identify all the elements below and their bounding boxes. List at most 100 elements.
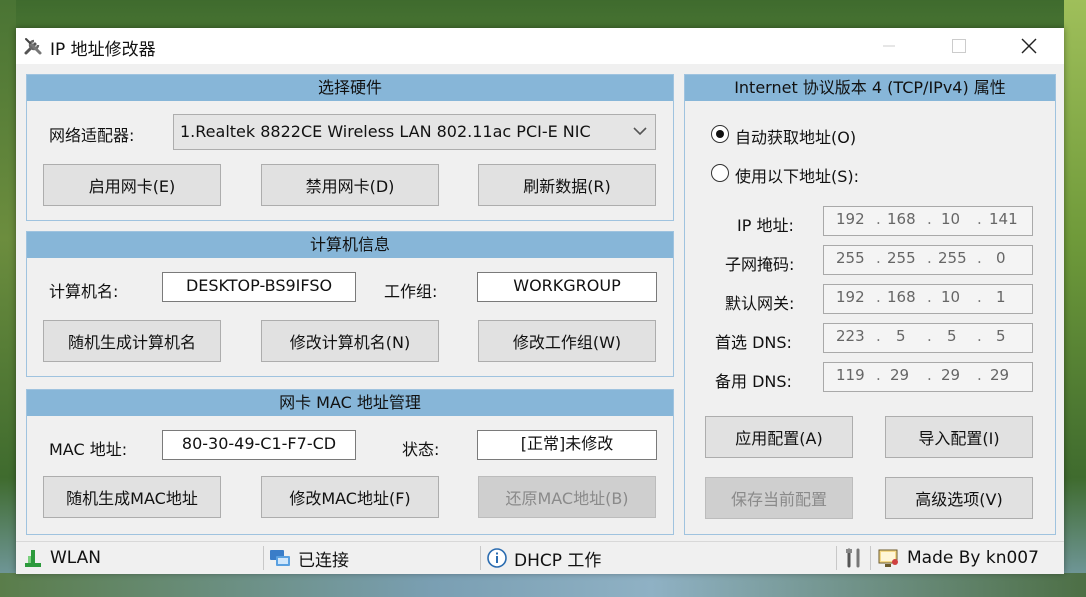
hardware-header: 选择硬件: [27, 75, 673, 101]
close-icon: [1021, 38, 1037, 54]
ip-dot: .: [977, 288, 982, 306]
adapter-select[interactable]: 1.Realtek 8822CE Wireless LAN 802.11ac P…: [173, 114, 656, 150]
ip-dot: .: [876, 366, 881, 384]
ip-dot: .: [876, 249, 881, 267]
enable-adapter-button[interactable]: 启用网卡(E): [43, 164, 221, 206]
modify-workgroup-button[interactable]: 修改工作组(W): [478, 320, 656, 362]
ip-dot: .: [977, 249, 982, 267]
ip-address-field[interactable]: 192 . 168 . 10 . 141: [823, 206, 1033, 236]
dns2-octet-1: 119: [836, 366, 865, 384]
close-button[interactable]: [1006, 28, 1052, 64]
ipv4-panel: Internet 协议版本 4 (TCP/IPv4) 属性 自动获取地址(O) …: [684, 74, 1056, 535]
ip-dot: .: [876, 288, 881, 306]
subnet-mask-field[interactable]: 255 . 255 . 255 . 0: [823, 245, 1033, 275]
status-wlan: WLAN: [24, 542, 101, 574]
desktop-background-bottom: [0, 573, 1086, 597]
status-connection-text: 已连接: [298, 550, 349, 571]
settings-tool-button[interactable]: [844, 542, 864, 574]
ip-dot: .: [977, 366, 982, 384]
advanced-options-button[interactable]: 高级选项(V): [885, 477, 1033, 519]
modify-mac-button[interactable]: 修改MAC地址(F): [261, 476, 439, 518]
restore-mac-button[interactable]: 还原MAC地址(B): [478, 476, 656, 518]
dns1-octet-2: 5: [896, 327, 906, 345]
gw-octet-1: 192: [836, 288, 865, 306]
refresh-data-button[interactable]: 刷新数据(R): [478, 164, 656, 206]
manual-radio-indicator: [711, 164, 729, 182]
ip-dot: .: [977, 327, 982, 345]
status-separator: [263, 546, 264, 570]
chevron-down-icon: [633, 115, 647, 149]
adapter-select-value: 1.Realtek 8822CE Wireless LAN 802.11ac P…: [180, 122, 591, 141]
maximize-icon: [952, 39, 966, 53]
ip-dot: .: [927, 366, 932, 384]
ipv4-header: Internet 协议版本 4 (TCP/IPv4) 属性: [685, 75, 1055, 101]
mask-octet-3: 255: [938, 249, 967, 267]
status-separator: [836, 546, 837, 570]
minimize-button[interactable]: [866, 28, 912, 64]
hardware-panel: 选择硬件 网络适配器: 1.Realtek 8822CE Wireless LA…: [26, 74, 674, 221]
adapter-label: 网络适配器:: [49, 126, 135, 145]
import-config-button[interactable]: 导入配置(I): [885, 416, 1033, 458]
mask-octet-1: 255: [836, 249, 865, 267]
tools-icon: [846, 548, 860, 568]
dns2-octet-2: 29: [890, 366, 910, 384]
primary-dns-label: 首选 DNS:: [715, 333, 792, 352]
ip-dot: .: [927, 288, 932, 306]
wlan-signal-icon: [25, 550, 41, 567]
maximize-button[interactable]: [936, 28, 982, 64]
title-bar: IP 地址修改器: [16, 28, 1064, 64]
window-title: IP 地址修改器: [50, 40, 156, 60]
auto-radio-indicator: [711, 125, 729, 143]
save-config-button[interactable]: 保存当前配置: [705, 477, 853, 519]
gw-octet-2: 168: [887, 288, 916, 306]
dns1-octet-3: 5: [947, 327, 957, 345]
gateway-field[interactable]: 192 . 168 . 10 . 1: [823, 284, 1033, 314]
status-connection: 已连接: [268, 542, 349, 574]
network-connected-icon: [270, 550, 290, 566]
ip-octet-4: 141: [989, 210, 1018, 228]
random-mac-button[interactable]: 随机生成MAC地址: [43, 476, 221, 518]
computer-name-field[interactable]: DESKTOP-BS9IFSO: [162, 272, 356, 302]
random-computer-name-button[interactable]: 随机生成计算机名: [43, 320, 221, 362]
auto-radio-label: 自动获取地址(O): [735, 128, 857, 147]
mac-address-label: MAC 地址:: [49, 440, 128, 459]
minimize-icon: [883, 45, 895, 47]
ip-dot: .: [876, 210, 881, 228]
modify-computer-name-button[interactable]: 修改计算机名(N): [261, 320, 439, 362]
apply-config-button[interactable]: 应用配置(A): [705, 416, 853, 458]
gateway-label: 默认网关:: [725, 294, 795, 313]
dns1-octet-4: 5: [996, 327, 1006, 345]
workgroup-field[interactable]: WORKGROUP: [477, 272, 657, 302]
gw-octet-4: 1: [996, 288, 1006, 306]
status-credit-text: Made By kn007: [907, 548, 1039, 568]
ip-dot: .: [927, 327, 932, 345]
monitor-icon: [878, 549, 898, 567]
status-dhcp: DHCP 工作: [486, 542, 601, 574]
status-wlan-text: WLAN: [50, 548, 102, 568]
dns2-octet-4: 29: [990, 366, 1010, 384]
status-bar: WLAN 已连接 DHCP 工作 Made By kn007: [16, 541, 1064, 574]
desktop-background-right: [1064, 0, 1086, 597]
ip-dot: .: [927, 210, 932, 228]
dns1-octet-1: 223: [836, 327, 865, 345]
mask-octet-2: 255: [887, 249, 916, 267]
ip-dot: .: [876, 327, 881, 345]
computer-header: 计算机信息: [27, 232, 673, 258]
gw-octet-3: 10: [941, 288, 961, 306]
ip-octet-3: 10: [941, 210, 961, 228]
workgroup-label: 工作组:: [384, 282, 438, 301]
primary-dns-field[interactable]: 223 . 5 . 5 . 5: [823, 323, 1033, 353]
ip-octet-2: 168: [887, 210, 916, 228]
status-separator: [480, 546, 481, 570]
disable-adapter-button[interactable]: 禁用网卡(D): [261, 164, 439, 206]
subnet-mask-label: 子网掩码:: [725, 255, 795, 274]
mac-address-field[interactable]: 80-30-49-C1-F7-CD: [162, 430, 356, 460]
secondary-dns-label: 备用 DNS:: [715, 372, 792, 391]
desktop-background-left: [0, 0, 16, 597]
ip-octet-1: 192: [836, 210, 865, 228]
ip-dot: .: [977, 210, 982, 228]
secondary-dns-field[interactable]: 119 . 29 . 29 . 29: [823, 362, 1033, 392]
info-icon: [487, 548, 507, 568]
main-window: IP 地址修改器 选择硬件 网络适配器: 1.Realtek 8822CE Wi…: [16, 28, 1064, 574]
status-separator: [870, 546, 871, 570]
